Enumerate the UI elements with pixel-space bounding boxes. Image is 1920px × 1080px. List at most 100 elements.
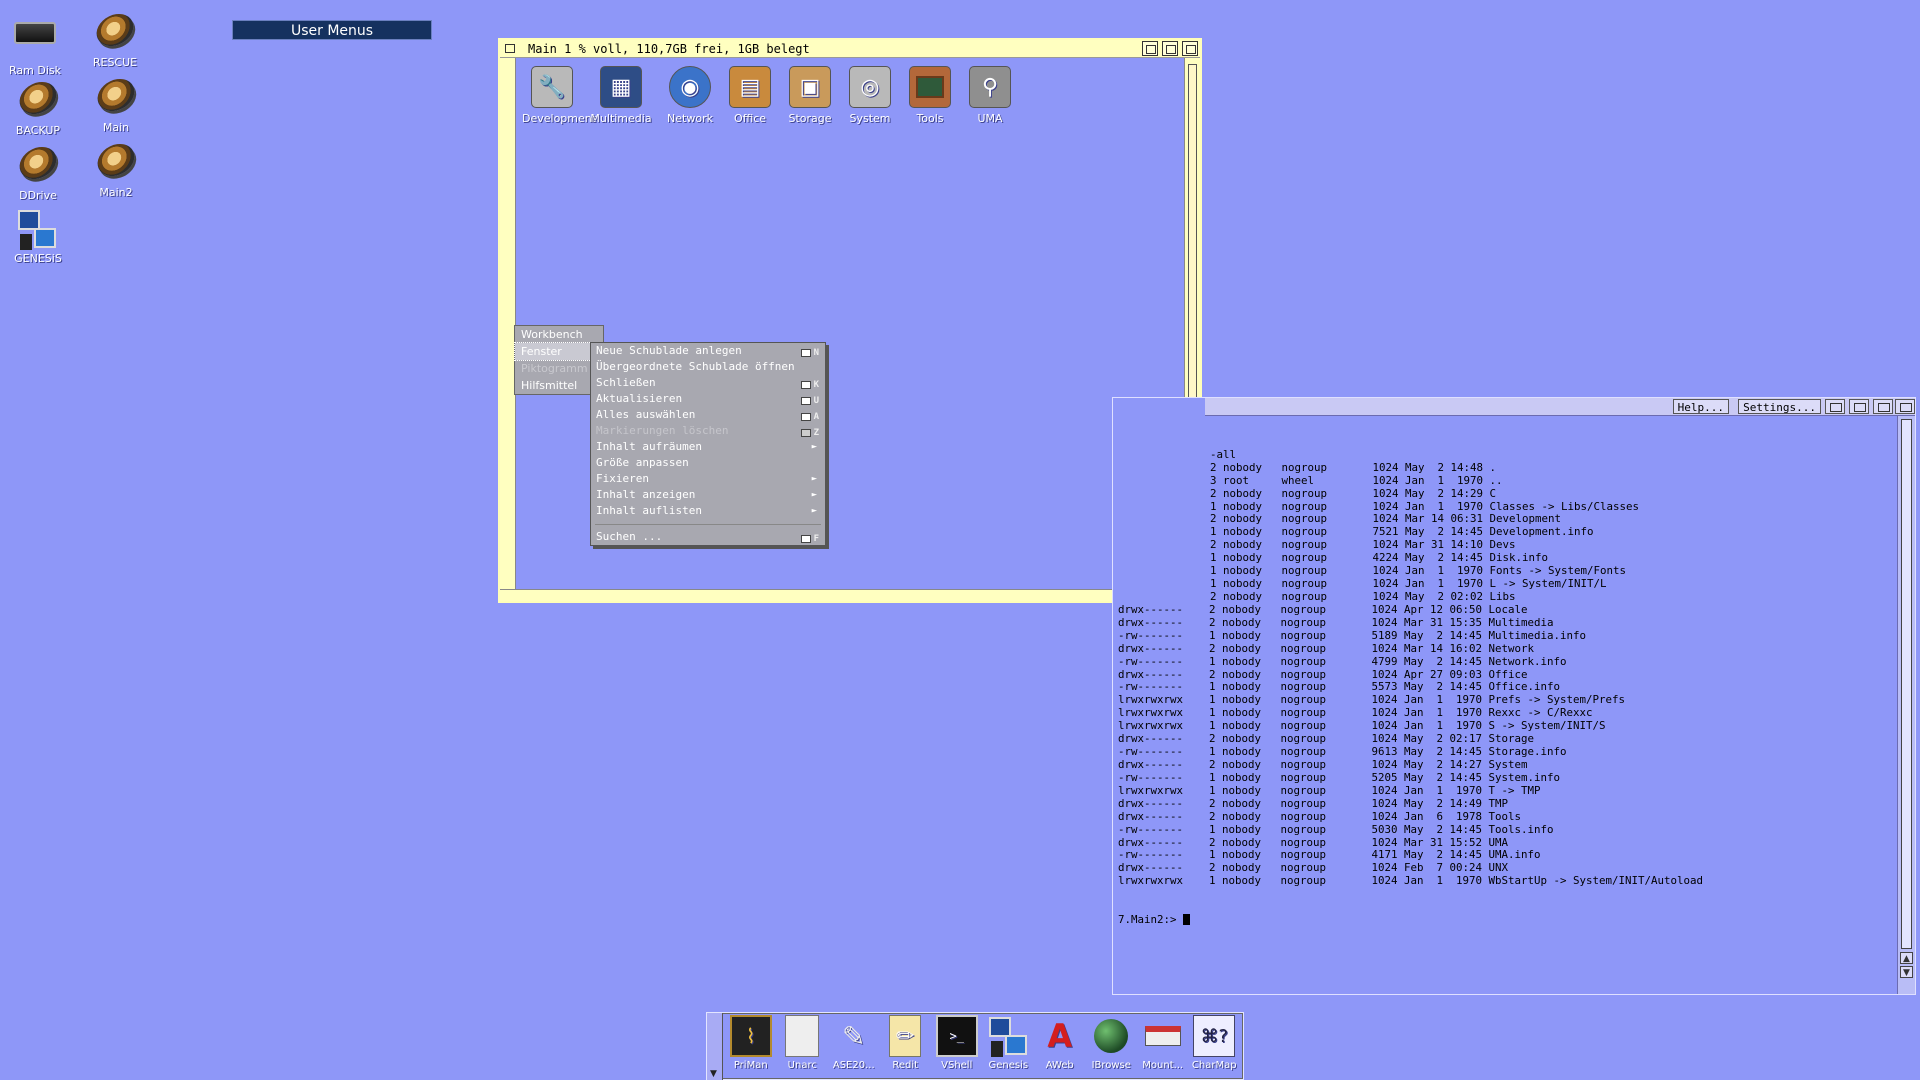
dock-item-charmap[interactable]: ⌘? CharMap bbox=[1189, 1015, 1241, 1071]
dock-item-redit[interactable]: ✏ Redit bbox=[880, 1015, 932, 1071]
box-icon: ▣ bbox=[789, 66, 831, 108]
shell-line: -rw------- 1 nobody nogroup 5030 May 2 1… bbox=[1118, 822, 1554, 836]
iconify-gadget-icon[interactable] bbox=[1825, 399, 1845, 414]
desk-icon-label: Main bbox=[102, 121, 130, 134]
menu-item-close[interactable]: Schließen K bbox=[591, 375, 825, 391]
scroll-up-icon[interactable]: ▲ bbox=[1900, 952, 1913, 964]
desk-icon-main[interactable]: Main bbox=[76, 75, 156, 134]
horizontal-scrollbar[interactable] bbox=[500, 589, 1200, 601]
dock-item-vshell[interactable]: >_ VShell bbox=[931, 1015, 983, 1071]
shell-line: drwx------ 2 nobody nogroup 1024 Jan 6 1… bbox=[1118, 809, 1522, 823]
close-gadget-icon[interactable] bbox=[1895, 399, 1915, 414]
desk-icon-ramdisk[interactable]: Ram Disk bbox=[0, 12, 75, 77]
fenster-submenu: Neue Schublade anlegen N Übergeordnete Sc… bbox=[590, 342, 826, 546]
user-menus-bar[interactable]: User Menus bbox=[232, 20, 432, 40]
dock-item-unarc[interactable]: Unarc bbox=[777, 1015, 829, 1071]
zoom-gadget-icon[interactable] bbox=[1162, 41, 1178, 56]
menu-item-show-contents[interactable]: Inhalt anzeigen ► bbox=[591, 487, 825, 503]
shell-line: 2 nobody nogroup 1024 May 2 14:29 C bbox=[1210, 486, 1497, 500]
scroll-knob[interactable] bbox=[1901, 419, 1912, 949]
menu-item-select-all[interactable]: Alles auswählen A bbox=[591, 407, 825, 423]
menu-item-label: Übergeordnete Schublade öffnen bbox=[596, 360, 795, 373]
depth-gadget-icon[interactable] bbox=[1182, 41, 1198, 56]
drawer-uma[interactable]: ⚲ UMA bbox=[960, 66, 1020, 125]
hard-disk-icon bbox=[16, 144, 60, 187]
shell-prompt-line[interactable]: 7.Main2:> bbox=[1118, 913, 1898, 927]
calculator-icon: ▤ bbox=[729, 66, 771, 108]
main-window-titlebar[interactable]: Main 1 % voll, 110,7GB frei, 1GB belegt bbox=[500, 40, 1200, 58]
depth-gadget-icon[interactable] bbox=[1873, 399, 1893, 414]
drawer-multimedia[interactable]: ▦ Multimedia bbox=[582, 66, 660, 125]
hard-disk-icon bbox=[94, 76, 138, 119]
dock-item-aweb[interactable]: A AWeb bbox=[1034, 1015, 1086, 1071]
zoom-gadget-icon[interactable] bbox=[1849, 399, 1869, 414]
settings-button[interactable]: Settings... bbox=[1738, 399, 1821, 414]
dock-label: CharMap bbox=[1191, 1060, 1237, 1071]
dock-menu-icon[interactable] bbox=[707, 1013, 723, 1080]
desk-icon-rescue[interactable]: RESCUE bbox=[75, 10, 155, 69]
shell-line: lrwxrwxrwx 1 nobody nogroup 1024 Jan 1 1… bbox=[1118, 874, 1704, 888]
desk-icon-backup[interactable]: BACKUP bbox=[0, 78, 78, 137]
drawer-label: Storage bbox=[788, 112, 832, 125]
text-cursor bbox=[1183, 914, 1191, 926]
help-button[interactable]: Help... bbox=[1672, 399, 1729, 414]
shell-line: 2 nobody nogroup 1024 May 2 14:48 . bbox=[1210, 460, 1497, 474]
shell-line: drwx------ 2 nobody nogroup 1024 May 2 1… bbox=[1118, 796, 1509, 810]
dock-item-ase[interactable]: ✎ ASE20... bbox=[828, 1015, 880, 1072]
drawer-label: System bbox=[849, 112, 891, 125]
menu-item-search[interactable]: Suchen ... F bbox=[591, 529, 825, 545]
globe-icon bbox=[1090, 1015, 1132, 1057]
dock-item-mount[interactable]: Mount... bbox=[1137, 1015, 1189, 1071]
desk-icon-ddrive[interactable]: DDrive bbox=[0, 143, 78, 202]
dock-label: ASE20... bbox=[832, 1060, 875, 1071]
menu-item-open-parent[interactable]: Übergeordnete Schublade öffnen bbox=[591, 359, 825, 375]
iconify-gadget-icon[interactable] bbox=[1142, 41, 1158, 56]
shell-scrollbar[interactable]: ▲ ▼ bbox=[1897, 416, 1915, 994]
desk-icon-label: Main2 bbox=[99, 186, 133, 199]
drawer-network[interactable]: ◉ Network bbox=[660, 66, 720, 125]
charmap-icon: ⌘? bbox=[1193, 1015, 1236, 1057]
dock-label: VShell bbox=[941, 1060, 973, 1071]
menu-item-update[interactable]: Aktualisieren U bbox=[591, 391, 825, 407]
drawer-development[interactable]: 🔧 Development bbox=[522, 66, 596, 125]
shell-output[interactable]: -all 2 nobody nogroup 1024 May 2 14:48 .3… bbox=[1118, 423, 1898, 940]
drawer-office[interactable]: ▤ Office bbox=[720, 66, 780, 125]
menu-item-list-contents[interactable]: Inhalt auflisten ► bbox=[591, 503, 825, 519]
shell-line: -rw------- 1 nobody nogroup 5189 May 2 1… bbox=[1118, 628, 1587, 642]
shell-line: -rw------- 1 nobody nogroup 5205 May 2 1… bbox=[1118, 770, 1561, 784]
drawer-label: Office bbox=[733, 112, 767, 125]
pen-icon: ✎ bbox=[842, 1019, 866, 1053]
scroll-down-icon[interactable]: ▼ bbox=[1900, 966, 1913, 978]
menu-separator bbox=[595, 519, 821, 525]
dock: ⌇ PriMan Unarc ✎ ASE20... ✏ Redit >_ VSh… bbox=[706, 1012, 1244, 1080]
globe-icon: ◉ bbox=[669, 66, 711, 108]
menu-item-snapshot[interactable]: Fixieren ► bbox=[591, 471, 825, 487]
menu-workbench[interactable]: Workbench bbox=[515, 326, 603, 343]
drawer-label: Network bbox=[667, 112, 713, 125]
menu-item-new-drawer[interactable]: Neue Schublade anlegen N bbox=[591, 343, 825, 359]
desk-icon-label: GENESiS bbox=[14, 252, 62, 265]
desk-icon-genesis[interactable]: GENESiS bbox=[0, 208, 78, 265]
shell-line: -all bbox=[1210, 447, 1237, 461]
archive-icon bbox=[785, 1015, 820, 1057]
menu-item-label: Größe anpassen bbox=[596, 456, 689, 469]
shell-line: drwx------ 2 nobody nogroup 1024 Mar 14 … bbox=[1118, 641, 1535, 655]
menu-item-label: Inhalt anzeigen bbox=[596, 488, 696, 501]
drawer-tools[interactable]: Tools bbox=[900, 66, 960, 125]
notepad-icon: ✏ bbox=[889, 1015, 922, 1057]
close-gadget-icon[interactable] bbox=[502, 41, 518, 56]
drawer-storage[interactable]: ▣ Storage bbox=[780, 66, 840, 125]
shell-titlebar[interactable]: Help... Settings... bbox=[1205, 398, 1915, 416]
aweb-icon: A bbox=[1047, 1017, 1073, 1055]
desk-icon-main2[interactable]: Main2 bbox=[76, 140, 156, 199]
menu-item-resize[interactable]: Größe anpassen bbox=[591, 455, 825, 471]
dock-item-genesis[interactable]: Genesis bbox=[983, 1015, 1035, 1071]
drawer-label: Tools bbox=[916, 112, 944, 125]
terminal-icon: >_ bbox=[935, 1015, 978, 1057]
dock-item-ibrowse[interactable]: IBrowse bbox=[1086, 1015, 1138, 1071]
drawer-system[interactable]: ◎ System bbox=[840, 66, 900, 125]
menu-item-clear-selection[interactable]: Markierungen löschen Z bbox=[591, 423, 825, 439]
dock-label: Mount... bbox=[1142, 1060, 1184, 1071]
dock-item-priman[interactable]: ⌇ PriMan bbox=[725, 1015, 777, 1071]
menu-item-clean-up[interactable]: Inhalt aufräumen ► bbox=[591, 439, 825, 455]
